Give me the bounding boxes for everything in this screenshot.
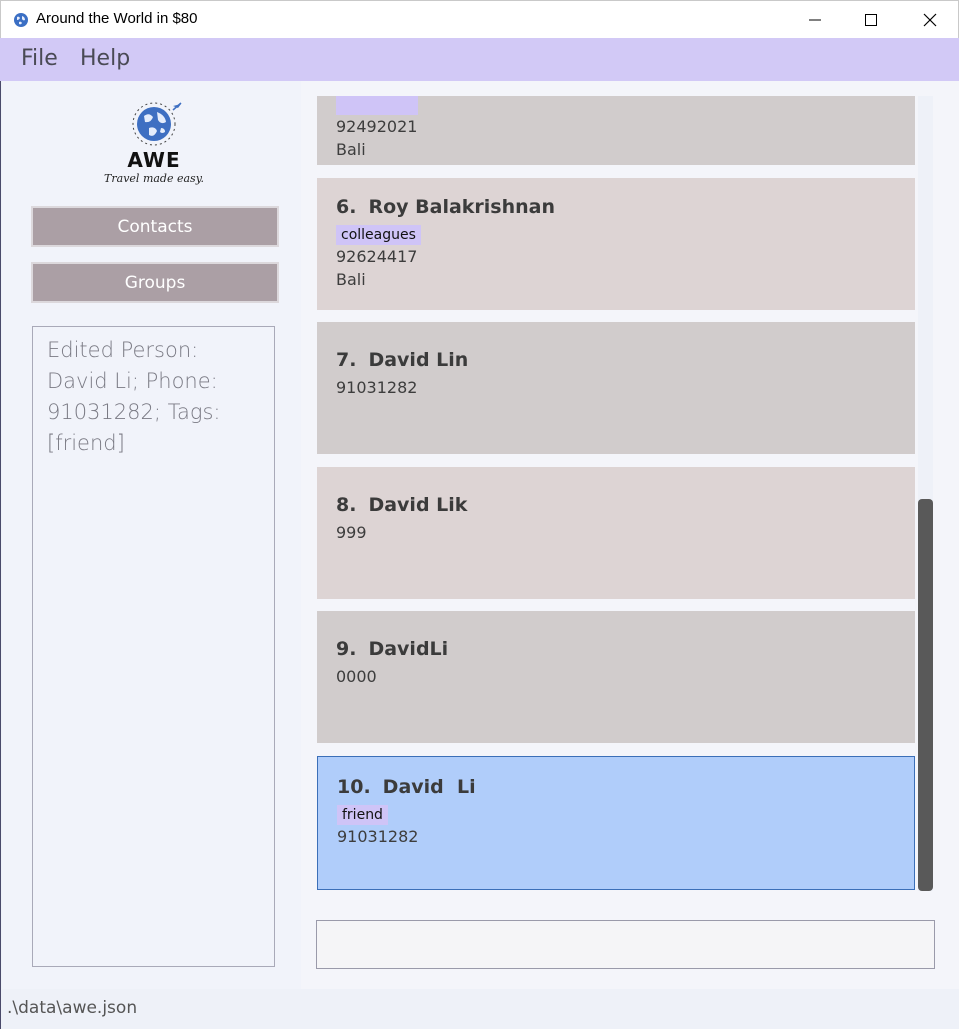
person-index: 6. [336,196,357,218]
left-panel: AWE Travel made easy. Contacts Groups Ed… [2,81,301,989]
person-tag-row [336,96,915,115]
person-card-selected[interactable]: 10. David Li friend 91031282 [317,756,915,890]
person-tag-row: colleagues [336,223,915,245]
person-name: David Lin [368,349,469,371]
minimize-button[interactable] [786,1,844,39]
close-button[interactable] [901,1,959,39]
person-tag-row: friend [337,803,914,825]
person-card[interactable]: 6. Roy Balakrishnan colleagues 92624417 … [317,178,915,310]
person-name-row: 6. Roy Balakrishnan [336,196,915,223]
menu-file[interactable]: File [21,46,58,71]
globe-logo-icon [132,102,182,146]
person-name-row: 9. DavidLi [336,638,915,665]
person-phone: 0000 [336,667,377,686]
data-file-path: .\data\awe.json [7,998,138,1018]
person-index: 8. [336,494,357,516]
globe-icon [14,13,28,27]
person-name: DavidLi [368,638,449,660]
close-icon [923,13,937,27]
person-name: David Li [382,776,476,798]
person-phone: 999 [336,523,367,542]
person-phone: 92624417 [336,247,418,266]
contacts-button[interactable]: Contacts [31,206,279,247]
list-scrollbar-thumb[interactable] [918,499,933,891]
person-address: Bali [336,270,366,289]
person-name-row: 8. David Lik [336,494,915,521]
logo-tagline: Travel made easy. [104,172,204,185]
maximize-button[interactable] [842,1,900,39]
app-logo: AWE Travel made easy. [99,98,209,190]
person-index: 9. [336,638,357,660]
logo-name: AWE [127,148,181,172]
person-name-row: 10. David Li [337,776,914,803]
person-tag [336,96,418,115]
window-title: Around the World in $80 [36,10,198,27]
person-tag: colleagues [336,225,421,245]
result-display: Edited Person: David Li; Phone: 91031282… [32,326,275,967]
person-name: David Lik [368,494,468,516]
menu-bar: File Help [0,38,959,81]
person-index: 10. [337,776,371,798]
main-area: AWE Travel made easy. Contacts Groups Ed… [0,81,959,989]
person-phone: 91031282 [337,827,419,846]
maximize-icon [865,14,877,26]
person-address: Bali [336,140,366,159]
person-list[interactable]: 92492021 Bali 6. Roy Balakrishnan collea… [316,96,917,896]
result-text: Edited Person: David Li; Phone: 91031282… [47,338,221,455]
person-name-row: 7. David Lin [336,349,915,376]
person-phone: 92492021 [336,117,418,136]
person-card[interactable]: 7. David Lin 91031282 [317,322,915,454]
menu-help[interactable]: Help [80,46,130,71]
status-bar: .\data\awe.json [0,989,959,1029]
command-input[interactable] [316,920,935,969]
groups-button[interactable]: Groups [31,262,279,303]
person-card[interactable]: 92492021 Bali [317,96,915,165]
title-bar: Around the World in $80 [0,0,959,38]
person-tag: friend [337,805,388,825]
person-card[interactable]: 9. DavidLi 0000 [317,611,915,743]
person-card[interactable]: 8. David Lik 999 [317,467,915,599]
person-name: Roy Balakrishnan [368,196,556,218]
minimize-icon [809,19,821,21]
person-index: 7. [336,349,357,371]
person-phone: 91031282 [336,378,418,397]
